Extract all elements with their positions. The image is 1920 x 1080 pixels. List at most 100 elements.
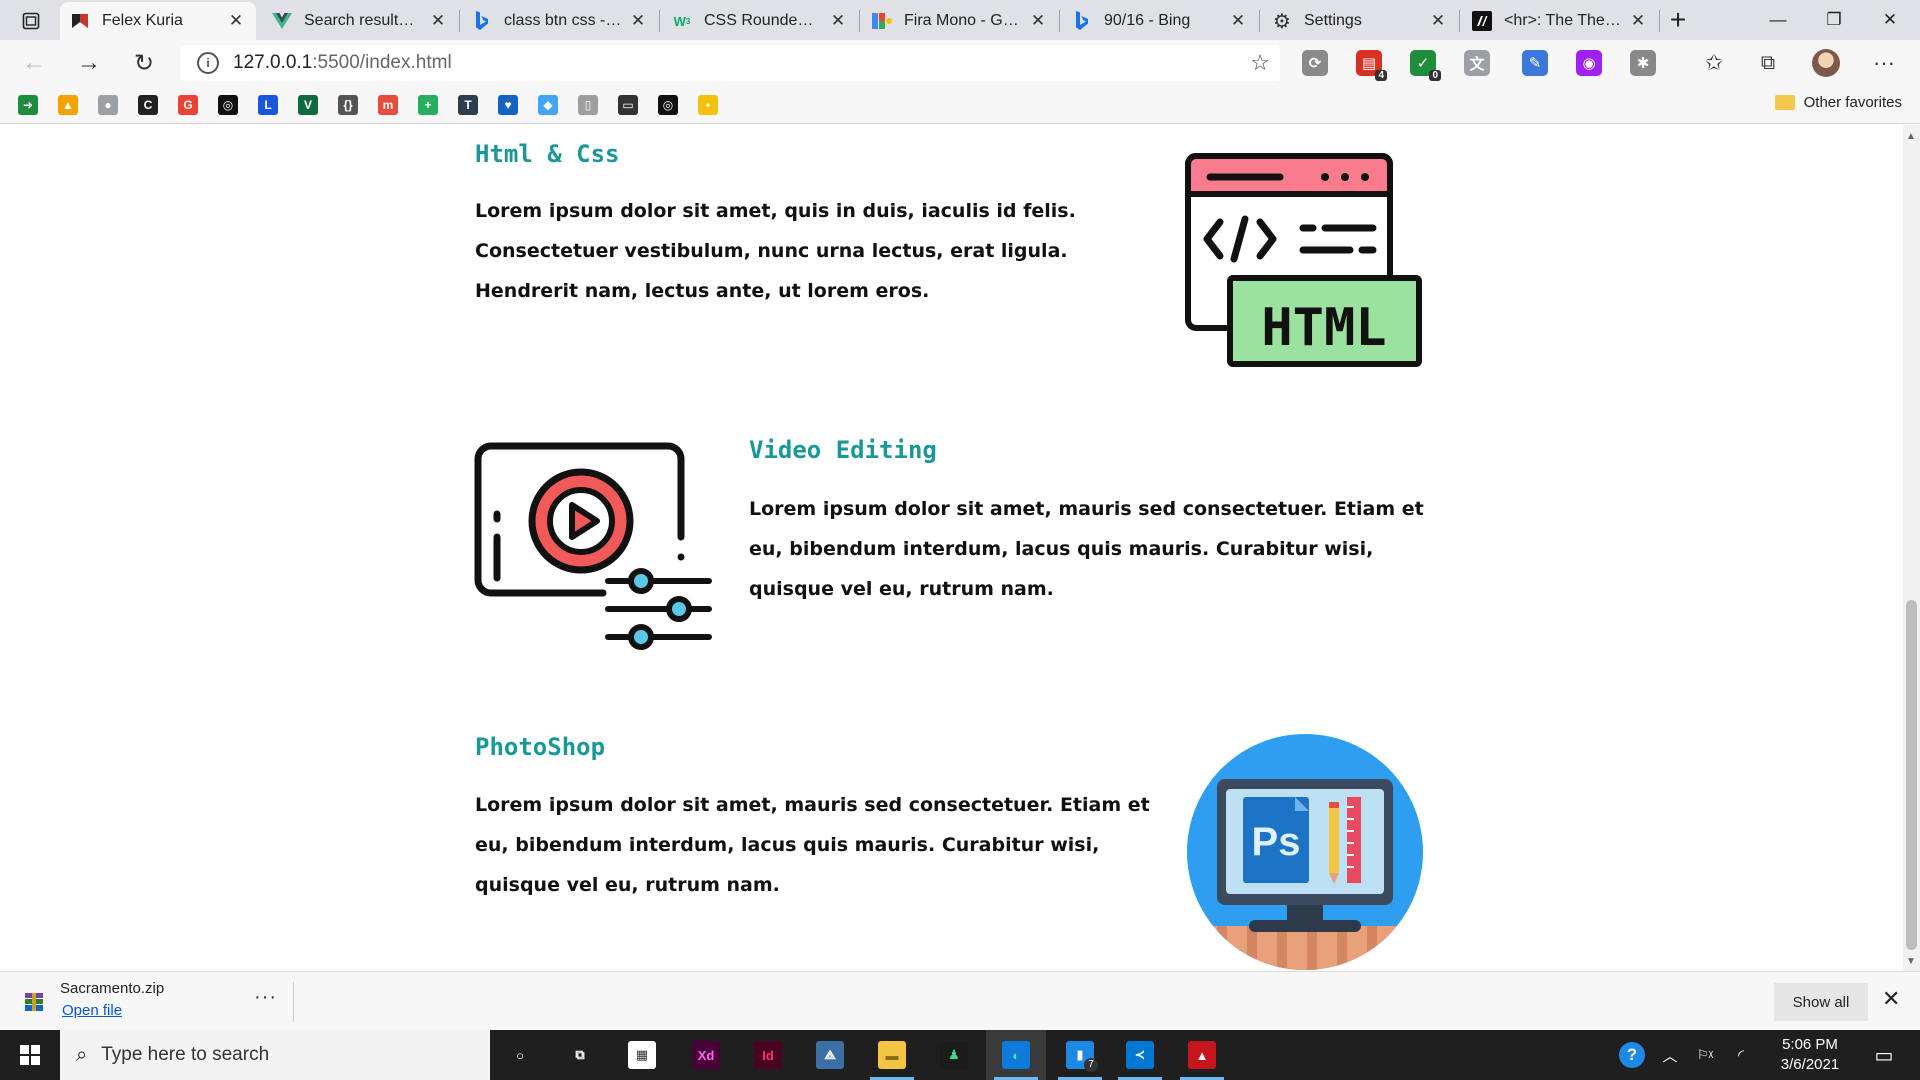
download-more-button[interactable]: ···	[254, 986, 277, 1009]
taskbar-app-mysql-workbench[interactable]: ⟁	[800, 1030, 860, 1080]
taskbar-app-cortana[interactable]: ○	[490, 1030, 550, 1080]
tab-close-icon[interactable]: ✕	[628, 11, 648, 31]
tab-bing-class-btn[interactable]: class btn css - Bin ✕	[462, 2, 658, 40]
restore-button[interactable]: ❐	[1806, 0, 1862, 40]
fav-heart-icon[interactable]: ♥	[498, 95, 518, 115]
fav-m-icon[interactable]: m	[378, 95, 398, 115]
extension-glyph: 文	[1469, 55, 1485, 73]
address-url[interactable]: 127.0.0.1:5500/index.html	[233, 52, 452, 74]
tab-fira-mono[interactable]: Fira Mono - Goog ✕	[862, 2, 1058, 40]
extension-badge: 0	[1429, 70, 1441, 81]
fav-plus-icon[interactable]: +	[418, 95, 438, 115]
fav-car-icon[interactable]: ▭	[618, 95, 638, 115]
fav-c-icon[interactable]: C	[138, 95, 158, 115]
fav-github2-icon[interactable]: ◎	[658, 95, 678, 115]
tab-close-icon[interactable]: ✕	[1428, 11, 1448, 31]
taskbar-app-edge[interactable]: ◐	[986, 1030, 1046, 1080]
taskbar-app-vscode[interactable]: ≺	[1110, 1030, 1170, 1080]
help-tray-button[interactable]: ?	[1612, 1030, 1652, 1080]
tab-close-icon[interactable]: ✕	[1028, 11, 1048, 31]
gear-icon: ⚙	[1273, 10, 1291, 33]
taskbar-app-adobe-indesign[interactable]: Id	[738, 1030, 798, 1080]
taskbar-app-file-explorer[interactable]: ▬	[862, 1030, 922, 1080]
close-download-bar-button[interactable]: ✕	[1882, 986, 1900, 1012]
section-text-video-editing: Lorem ipsum dolor sit amet, mauris sed c…	[749, 498, 1424, 600]
fav-l-icon[interactable]: L	[258, 95, 278, 115]
fav-flutter-icon[interactable]: ◆	[538, 95, 558, 115]
scroll-up-arrow-icon[interactable]: ▲	[1906, 131, 1916, 142]
extension-grey-icon[interactable]: ⟳	[1302, 50, 1328, 76]
help-icon: ?	[1619, 1042, 1645, 1068]
taskbar-app-store[interactable]: ▦	[612, 1030, 672, 1080]
extension-green-icon[interactable]: ✓ 0	[1410, 50, 1441, 81]
scrollbar-thumb[interactable]	[1906, 600, 1917, 950]
show-hidden-icons-button[interactable]: ︿	[1656, 1030, 1684, 1080]
settings-more-button[interactable]: ···	[1868, 47, 1900, 79]
html-badge-label: HTML	[1261, 298, 1386, 358]
tab-title: CSS Rounded Cor	[704, 12, 822, 29]
profile-button[interactable]	[1810, 47, 1842, 79]
address-bar[interactable]: i 127.0.0.1:5500/index.html ☆	[180, 45, 1280, 81]
open-file-link[interactable]: Open file	[62, 1002, 122, 1019]
tab-actions-button[interactable]	[12, 8, 50, 34]
back-button[interactable]: ←	[18, 47, 50, 79]
fav-google-icon[interactable]: G	[178, 95, 198, 115]
taskbar-app-task-view[interactable]: ⧉	[550, 1030, 610, 1080]
tab-vue-search[interactable]: Search results for ✕	[262, 2, 458, 40]
tab-settings[interactable]: ⚙ Settings ✕	[1262, 2, 1458, 40]
felex-favicon	[70, 11, 90, 31]
taskbar-app-acrobat[interactable]: ▲	[1172, 1030, 1232, 1080]
taskbar-clock[interactable]: 5:06 PM 3/6/2021	[1770, 1035, 1850, 1075]
page-scrollbar[interactable]: ▲ ▼	[1903, 125, 1920, 971]
site-info-icon[interactable]: i	[197, 52, 219, 74]
add-favorite-star-icon[interactable]: ☆	[1250, 50, 1270, 76]
tab-bing-90-16[interactable]: 90/16 - Bing ✕	[1062, 2, 1258, 40]
tab-felex-kuria[interactable]: Felex Kuria ✕	[60, 2, 256, 40]
close-window-button[interactable]: ✕	[1862, 0, 1918, 40]
taskbar-app-phone-app[interactable]: ▮ 7	[1050, 1030, 1110, 1080]
tab-close-icon[interactable]: ✕	[226, 11, 246, 31]
fav-bulb-icon[interactable]: •	[698, 95, 718, 115]
new-tab-button[interactable]: +	[1663, 6, 1693, 36]
extension-red-icon[interactable]: ▤ 4	[1356, 50, 1387, 81]
extension-dropper-icon[interactable]: ✎	[1522, 50, 1548, 76]
windows-logo-icon	[20, 1045, 40, 1065]
acrobat-icon: ▲	[1188, 1041, 1216, 1069]
fav-braces-icon[interactable]: {}	[338, 95, 358, 115]
browser-toolbar: ← → ↻ i 127.0.0.1:5500/index.html ☆ ✩ ⧉ …	[0, 40, 1920, 86]
collections-button[interactable]: ⧉	[1752, 47, 1784, 79]
refresh-button[interactable]: ↻	[128, 47, 160, 79]
favorites-button[interactable]: ✩	[1698, 47, 1730, 79]
fav-document-icon[interactable]: ▯	[578, 95, 598, 115]
show-all-downloads-button[interactable]: Show all	[1774, 983, 1868, 1021]
forward-button[interactable]: →	[73, 47, 105, 79]
taskbar-app-gitkraken[interactable]: ♟	[924, 1030, 984, 1080]
fav-github-icon[interactable]: ◎	[218, 95, 238, 115]
tab-separator	[1459, 10, 1460, 32]
collections-icon: ⧉	[1760, 51, 1776, 74]
tab-close-icon[interactable]: ✕	[428, 11, 448, 31]
wifi-tray-button[interactable]: ◜	[1726, 1030, 1756, 1080]
fav-arrow-icon[interactable]: ➜	[18, 95, 38, 115]
tab-close-icon[interactable]: ✕	[828, 11, 848, 31]
network-tray-button[interactable]: ⚐ᵡ	[1690, 1030, 1720, 1080]
extension-bug-icon[interactable]: ✱	[1630, 50, 1656, 76]
other-favorites-folder[interactable]: Other favorites	[1774, 94, 1902, 111]
taskbar-search[interactable]: ⌕ Type here to search	[60, 1030, 490, 1080]
extension-translate-icon[interactable]: 文	[1464, 50, 1490, 76]
start-button[interactable]	[0, 1030, 60, 1080]
back-arrow-icon: ←	[22, 49, 46, 76]
minimize-button[interactable]: —	[1750, 0, 1806, 40]
tab-mdn-hr[interactable]: <hr>: The Thema ✕	[1462, 2, 1658, 40]
fav-t-icon[interactable]: T	[458, 95, 478, 115]
action-center-button[interactable]: ▭	[1864, 1030, 1904, 1080]
tab-css-rounded[interactable]: W3 CSS Rounded Cor ✕	[662, 2, 858, 40]
fav-flame-icon[interactable]: ▲	[58, 95, 78, 115]
extension-purple-icon[interactable]: ◉	[1576, 50, 1602, 76]
fav-circle-icon[interactable]: ●	[98, 95, 118, 115]
fav-v-icon[interactable]: V	[298, 95, 318, 115]
taskbar-app-adobe-xd[interactable]: Xd	[676, 1030, 736, 1080]
tab-close-icon[interactable]: ✕	[1228, 11, 1248, 31]
tab-close-icon[interactable]: ✕	[1628, 11, 1648, 31]
scroll-down-arrow-icon[interactable]: ▼	[1906, 956, 1916, 967]
